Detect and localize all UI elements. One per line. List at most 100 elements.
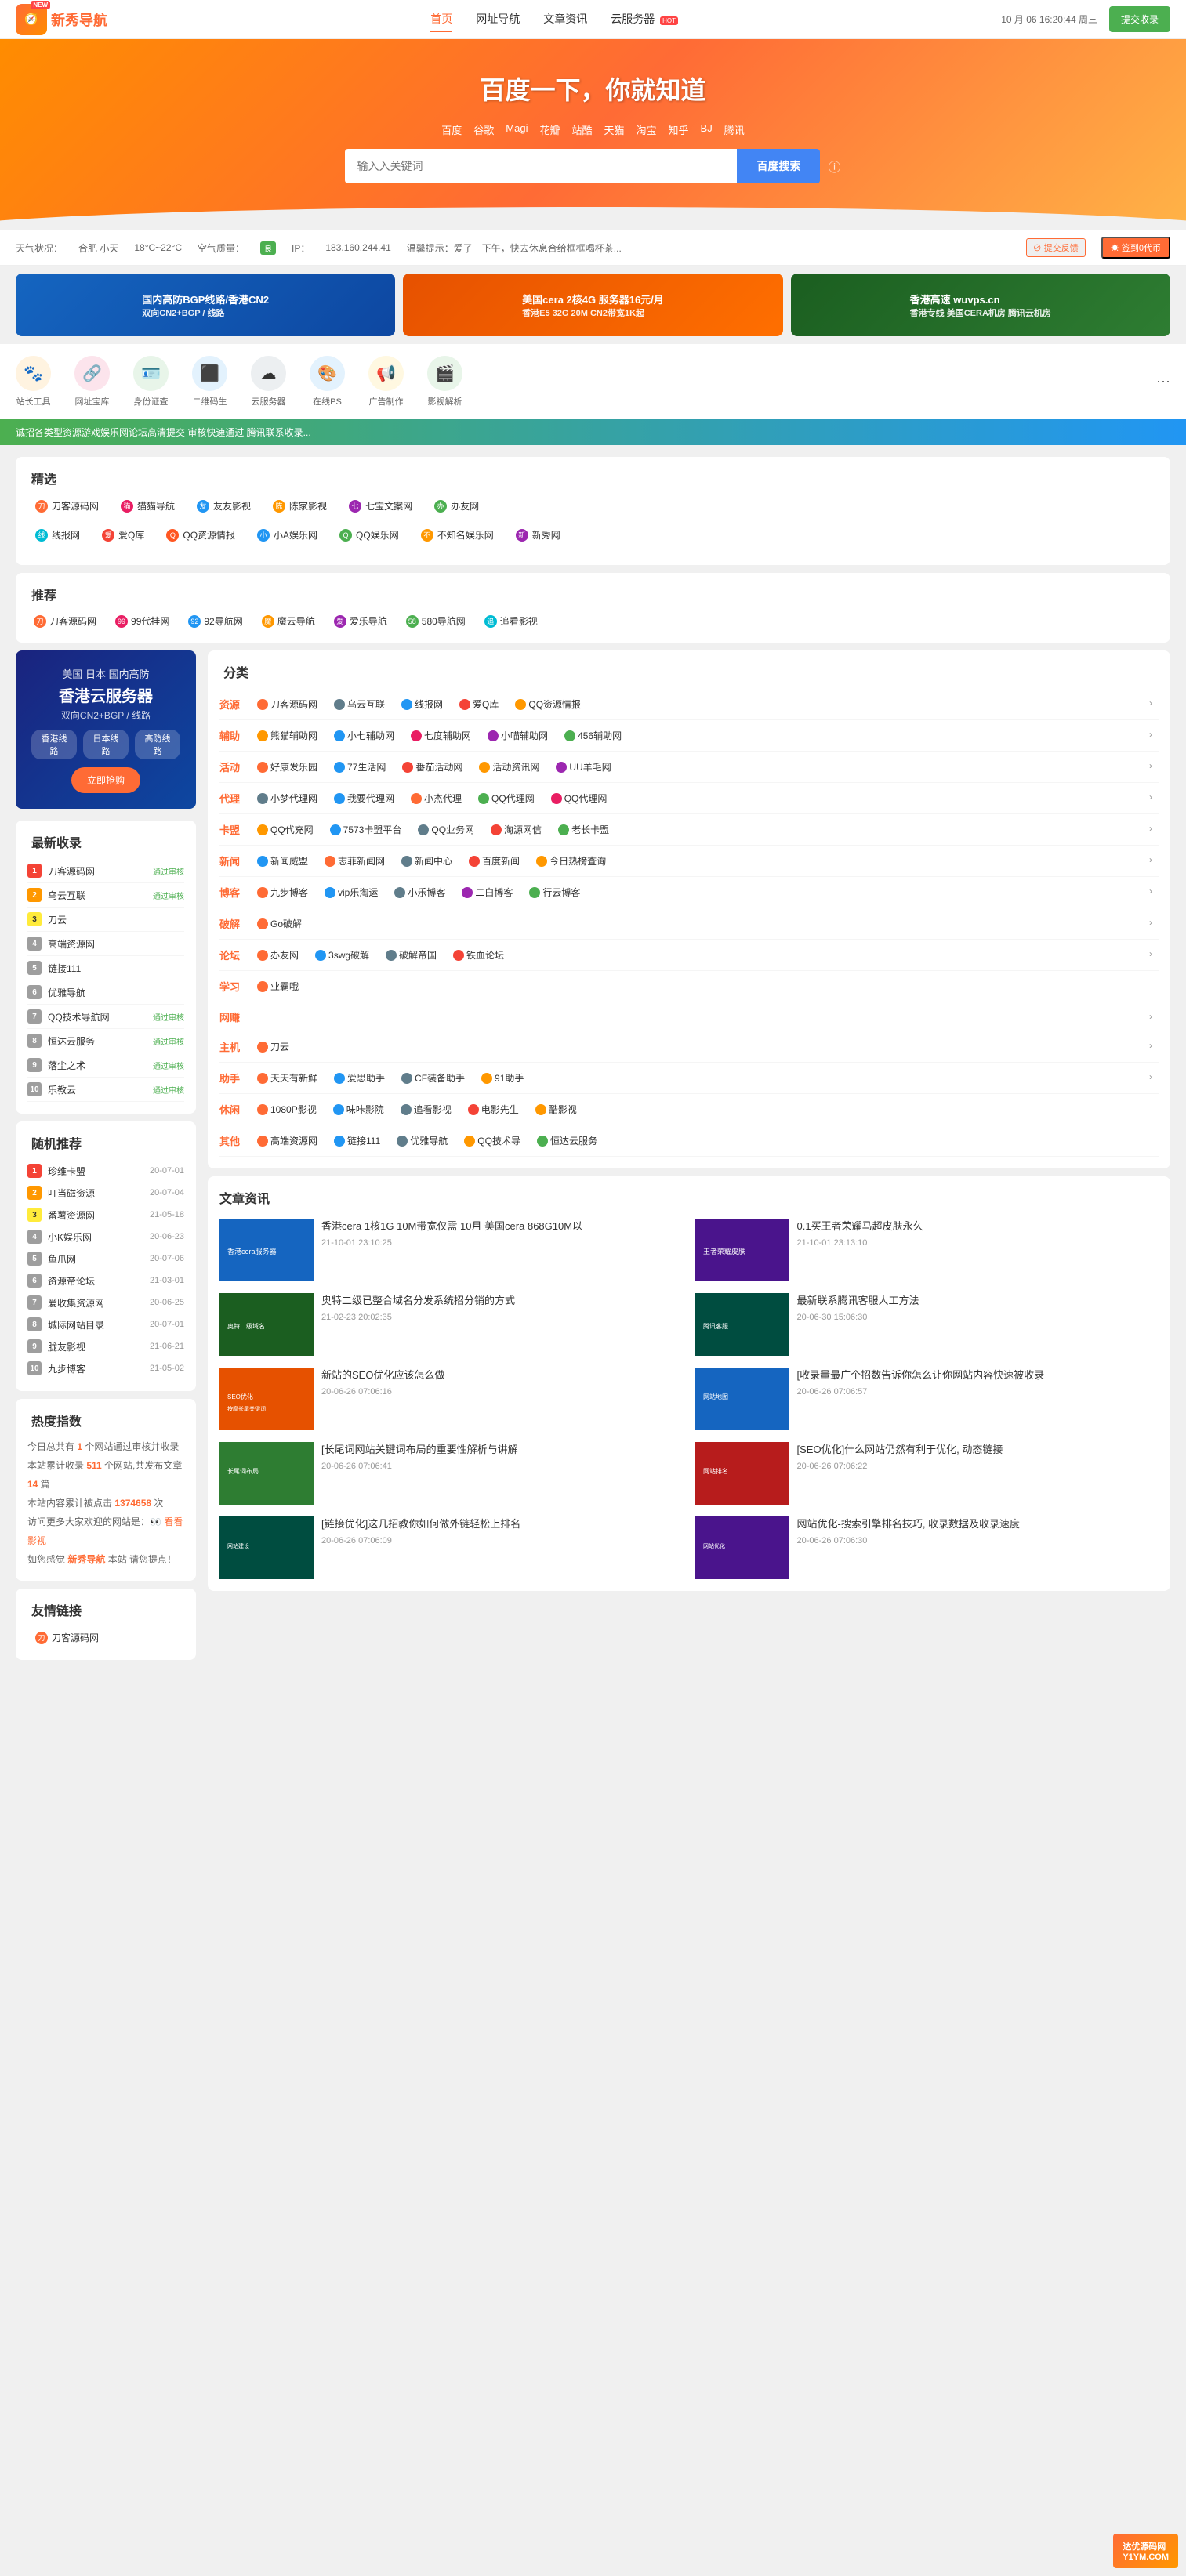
more-arrow-blog[interactable]: ›	[1143, 883, 1159, 899]
random-name-1[interactable]: 珍维卡盟	[48, 1165, 143, 1178]
latest-tag-7[interactable]: 通过审核	[153, 1011, 184, 1023]
more-arrow-host[interactable]: ›	[1143, 1038, 1159, 1053]
random-name-6[interactable]: 资源帝论坛	[48, 1274, 143, 1288]
sidebar-ad-btn[interactable]: 立即抢购	[71, 767, 140, 793]
more-arrow-activity[interactable]: ›	[1143, 758, 1159, 774]
cat-link[interactable]: 味咔影院	[327, 1100, 390, 1118]
cat-link[interactable]: QQ代理网	[545, 789, 614, 807]
cat-link[interactable]: 77生活网	[328, 758, 392, 776]
random-name-7[interactable]: 爱收集资源网	[48, 1296, 143, 1310]
engine-google[interactable]: 谷歌	[473, 122, 494, 137]
cat-link[interactable]: Go破解	[251, 915, 308, 933]
news-item-2[interactable]: 王者荣耀皮肤 0.1买王者荣耀马超皮肤永久 21-10-01 23:13:10	[695, 1219, 1159, 1281]
news-item-6[interactable]: 网站地图 [收录量最广个招数告诉你怎么让你网站内容快速被收录 20-06-26 …	[695, 1368, 1159, 1430]
cat-link[interactable]: QQ资源情报	[509, 695, 587, 713]
engine-taobao[interactable]: 淘宝	[637, 122, 657, 137]
rec-link[interactable]: 追追看影视	[478, 611, 544, 631]
engine-zhanku[interactable]: 站酷	[571, 122, 592, 137]
cat-link[interactable]: QQ代理网	[472, 789, 541, 807]
news-item-9[interactable]: 网站建设 [链接优化]这几招教你如何做外链轻松上排名 20-06-26 07:0…	[219, 1516, 684, 1579]
link-item[interactable]: 陈陈家影视	[265, 495, 335, 516]
news-item-8[interactable]: 网站排名 [SEO优化]什么网站仍然有利于优化, 动态链接 20-06-26 0…	[695, 1442, 1159, 1505]
cat-link[interactable]: 好康发乐园	[251, 758, 324, 776]
cat-link[interactable]: 熊猫辅助网	[251, 726, 324, 745]
latest-name-5[interactable]: 链接111	[48, 962, 184, 975]
cat-link[interactable]: 91助手	[475, 1069, 530, 1087]
cat-link[interactable]: 番茄活动网	[396, 758, 469, 776]
cat-link[interactable]: 破解帝国	[379, 946, 443, 964]
cat-link[interactable]: 爱Q库	[453, 695, 505, 713]
latest-tag-9[interactable]: 通过审核	[153, 1060, 184, 1071]
more-arrow-card[interactable]: ›	[1143, 821, 1159, 836]
quick-icon-urls[interactable]: 🔗 网址宝库	[74, 356, 110, 408]
cat-link[interactable]: 乌云互联	[328, 695, 391, 713]
latest-name-6[interactable]: 优雅导航	[48, 986, 184, 999]
cat-link[interactable]: 九步博客	[251, 883, 314, 901]
link-item[interactable]: 不不知名娱乐网	[413, 524, 502, 545]
latest-tag-10[interactable]: 通过审核	[153, 1084, 184, 1096]
cat-link[interactable]: 追看影视	[394, 1100, 458, 1118]
cat-link[interactable]: 办友网	[251, 946, 305, 964]
link-item[interactable]: 猫猫猫导航	[113, 495, 183, 516]
latest-name-2[interactable]: 乌云互联	[48, 889, 147, 902]
latest-tag-1[interactable]: 通过审核	[153, 865, 184, 877]
cat-link[interactable]: 小七辅助网	[328, 726, 401, 745]
news-item-7[interactable]: 长尾词布局 [长尾词网站关键词布局的重要性解析与讲解 20-06-26 07:0…	[219, 1442, 684, 1505]
friend-link-item-1[interactable]: 刀 刀客源码网	[27, 1627, 184, 1648]
link-item[interactable]: 爱爱Q库	[94, 524, 152, 545]
cat-link[interactable]: 1080P影视	[251, 1100, 323, 1118]
latest-name-8[interactable]: 恒达云服务	[48, 1034, 147, 1048]
quick-icon-cloud[interactable]: ☁ 云服务器	[251, 356, 286, 408]
cat-link[interactable]: 新闻中心	[395, 852, 459, 870]
engine-tmall[interactable]: 天猫	[604, 122, 625, 137]
submit-button[interactable]: 提交收录	[1109, 6, 1170, 32]
ad-banner-3[interactable]: 香港高速 wuvps.cn 香港专线 美国CERA机房 腾讯云机房	[791, 274, 1170, 336]
cat-link[interactable]: 刀云	[251, 1038, 296, 1056]
more-arrow-earn[interactable]: ›	[1143, 1009, 1159, 1024]
cat-link[interactable]: 志菲新闻网	[318, 852, 391, 870]
cat-link[interactable]: UU羊毛网	[549, 758, 617, 776]
cat-link[interactable]: 行云博客	[523, 883, 586, 901]
more-arrow-forum[interactable]: ›	[1143, 946, 1159, 962]
latest-tag-8[interactable]: 通过审核	[153, 1035, 184, 1047]
cat-link[interactable]: 456辅助网	[558, 726, 628, 745]
more-arrow-helper[interactable]: ›	[1143, 1069, 1159, 1085]
latest-name-4[interactable]: 高端资源网	[48, 937, 184, 951]
more-arrow-resource[interactable]: ›	[1143, 695, 1159, 711]
link-item[interactable]: 新新秀网	[508, 524, 568, 545]
random-name-4[interactable]: 小K娱乐网	[48, 1230, 143, 1244]
engine-zhihu[interactable]: 知乎	[669, 122, 689, 137]
ad-banner-2[interactable]: 美国cera 2核4G 服务器16元/月 香港E5 32G 20M CN2带宽1…	[403, 274, 782, 336]
search-help-icon[interactable]: ⓘ	[828, 157, 840, 176]
feedback-button[interactable]: ⊘ 提交反馈	[1026, 238, 1086, 257]
cat-link[interactable]: 电影先生	[462, 1100, 525, 1118]
rec-link[interactable]: 爱爱乐导航	[328, 611, 394, 631]
cat-link[interactable]: 刀客源码网	[251, 695, 324, 713]
cat-link[interactable]: 3swg破解	[309, 946, 375, 964]
cat-link[interactable]: 我要代理网	[328, 789, 401, 807]
cat-link[interactable]: CF装备助手	[395, 1069, 471, 1087]
engine-tencent[interactable]: 腾讯	[724, 122, 745, 137]
cat-link[interactable]: 新闻威盟	[251, 852, 314, 870]
news-item-10[interactable]: 网站优化 网站优化-搜索引擎排名技巧, 收录数据及收录速度 20-06-26 0…	[695, 1516, 1159, 1579]
random-name-2[interactable]: 叮当磁资源	[48, 1187, 143, 1200]
cat-link[interactable]: 小喵辅助网	[481, 726, 554, 745]
quick-icon-ps[interactable]: 🎨 在线PS	[310, 356, 345, 408]
cat-link[interactable]: QQ业务网	[412, 821, 481, 839]
cat-link[interactable]: 小乐博客	[388, 883, 452, 901]
quick-icon-id[interactable]: 🪪 身份证查	[133, 356, 169, 408]
engine-bj[interactable]: BJ	[701, 122, 713, 137]
quick-icon-tools[interactable]: 🐾 站长工具	[16, 356, 51, 408]
random-name-5[interactable]: 鱼爪网	[48, 1252, 143, 1266]
cat-link[interactable]: 优雅导航	[390, 1132, 454, 1150]
link-item[interactable]: 友友友影视	[189, 495, 259, 516]
latest-name-3[interactable]: 刀云	[48, 913, 184, 926]
cat-link[interactable]: 业霸哦	[251, 977, 305, 995]
cat-link[interactable]: 高端资源网	[251, 1132, 324, 1150]
cat-link[interactable]: vip乐淘运	[318, 883, 384, 901]
random-name-9[interactable]: 胧友影视	[48, 1340, 143, 1353]
link-item[interactable]: 办办友网	[426, 495, 487, 516]
news-item-3[interactable]: 奥特二级域名 奥特二级已整合域名分发系统招分销的方式 21-02-23 20:0…	[219, 1293, 684, 1356]
cat-link[interactable]: 恒达云服务	[531, 1132, 604, 1150]
cat-link[interactable]: 活动资讯网	[473, 758, 546, 776]
